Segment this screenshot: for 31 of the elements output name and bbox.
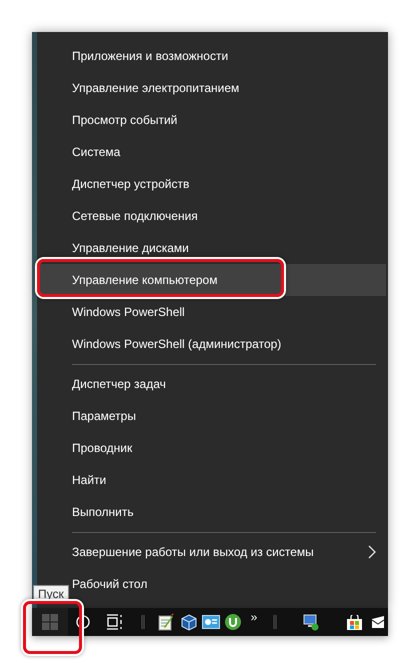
task-view-icon[interactable]	[106, 614, 124, 630]
menu-item[interactable]: Проводник	[37, 432, 386, 464]
menu-item[interactable]: Windows PowerShell (администратор)	[37, 328, 386, 360]
mail-icon[interactable]	[372, 616, 384, 628]
menu-item[interactable]: Диспетчер устройств	[37, 168, 386, 200]
menu-item[interactable]: Сетевые подключения	[37, 200, 386, 232]
notepad-icon[interactable]	[158, 613, 174, 631]
menu-item[interactable]: Приложения и возможности	[37, 40, 386, 72]
divider-icon	[141, 615, 145, 629]
overflow-button[interactable]: »	[250, 610, 258, 624]
menu-item[interactable]: Параметры	[37, 400, 386, 432]
card-icon[interactable]	[202, 615, 220, 629]
search-icon[interactable]	[76, 615, 90, 629]
menu-item[interactable]: Windows PowerShell	[37, 296, 386, 328]
start-button[interactable]	[32, 608, 68, 636]
chevron-right-icon	[368, 545, 376, 559]
windows-icon	[42, 614, 58, 630]
menu-item[interactable]: Управление дисками	[37, 232, 386, 264]
menu-item[interactable]: Найти	[37, 464, 386, 496]
menu-item[interactable]: Управление компьютером	[37, 264, 386, 296]
menu-item[interactable]: Диспетчер задач	[37, 368, 386, 400]
menu-item[interactable]: Выполнить	[37, 496, 386, 528]
network-icon[interactable]	[303, 614, 319, 630]
menu-item[interactable]: Управление электропитанием	[37, 72, 386, 104]
menu-item[interactable]: Просмотр событий	[37, 104, 386, 136]
cube-icon[interactable]	[181, 614, 197, 630]
store-icon[interactable]	[346, 614, 362, 630]
torrent-icon[interactable]	[225, 614, 241, 630]
menu-item[interactable]: Завершение работы или выход из системы	[37, 536, 386, 568]
menu-item[interactable]: Система	[37, 136, 386, 168]
divider-icon	[273, 615, 277, 629]
